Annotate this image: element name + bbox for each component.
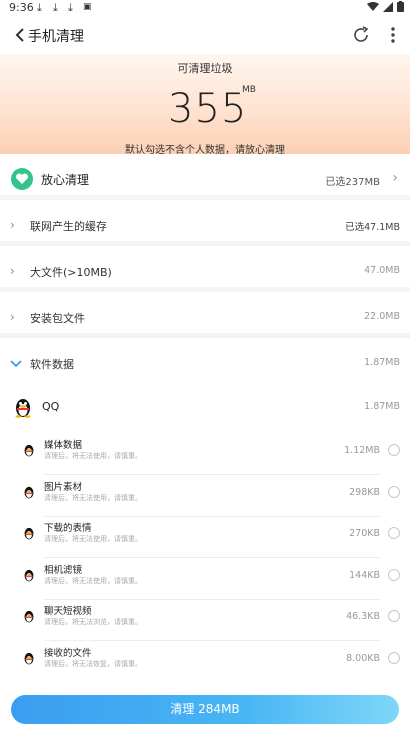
app-name: QQ bbox=[42, 400, 60, 413]
chevron-right-icon: › bbox=[10, 264, 15, 278]
qq-penguin-icon bbox=[24, 527, 34, 540]
qq-penguin-icon bbox=[24, 486, 34, 499]
item-desc: 清理后，将无法使用，请慎重。 bbox=[44, 535, 142, 543]
list-item[interactable]: 下载的表情 清理后，将无法使用，请慎重。 270KB bbox=[0, 517, 410, 558]
junk-size-unit: MB bbox=[242, 85, 256, 95]
item-size: 144KB bbox=[349, 570, 380, 581]
group-apk-files[interactable]: › 安装包文件 22.0MB bbox=[0, 298, 410, 338]
item-title: 图片素材 bbox=[44, 482, 83, 493]
group-label: 软件数据 bbox=[30, 358, 74, 371]
item-size: 8.00KB bbox=[346, 653, 380, 664]
chevron-right-icon: › bbox=[392, 170, 398, 186]
chevron-right-icon: › bbox=[10, 218, 15, 232]
junk-summary: 可清理垃圾 355 MB 默认勾选不含个人数据，请放心清理 bbox=[0, 54, 410, 156]
clean-button[interactable]: 清理 284MB bbox=[11, 695, 399, 724]
item-title: 下载的表情 bbox=[44, 523, 92, 534]
group-label: 联网产生的缓存 bbox=[30, 220, 107, 233]
list-item[interactable]: 相机滤镜 清理后，将无法使用，请慎重。 144KB bbox=[0, 559, 410, 600]
list-item[interactable]: 接收的文件 清理后，将无法恢复，请慎重。 8.00KB bbox=[0, 642, 410, 683]
item-title: 相机滤镜 bbox=[44, 565, 83, 576]
chevron-right-icon: › bbox=[10, 310, 15, 324]
status-bar: 9:36 ⤓ ⤓ ⤓ ▣ bbox=[0, 0, 410, 16]
list-item[interactable]: 媒体数据 清理后，将无法使用，请慎重。 1.12MB bbox=[0, 434, 410, 475]
chevron-down-icon bbox=[10, 360, 22, 368]
back-arrow-icon[interactable] bbox=[10, 24, 30, 46]
item-size: 1.12MB bbox=[344, 445, 380, 456]
group-value: 22.0MB bbox=[364, 311, 400, 322]
group-value: 已选47.1MB bbox=[345, 222, 400, 233]
item-desc: 清理后，将无法浏览，请慎重。 bbox=[44, 618, 142, 626]
item-size: 298KB bbox=[349, 487, 380, 498]
group-label: 安装包文件 bbox=[30, 312, 85, 325]
download-icon: ⤓ bbox=[68, 1, 73, 14]
item-checkbox[interactable] bbox=[388, 527, 400, 539]
signal-icon bbox=[383, 1, 393, 12]
group-app-data[interactable]: 软件数据 1.87MB bbox=[0, 344, 410, 384]
refresh-icon[interactable] bbox=[350, 24, 372, 46]
item-desc: 清理后，将无法使用，请慎重。 bbox=[44, 452, 142, 460]
item-desc: 清理后，将无法使用，请慎重。 bbox=[44, 577, 142, 585]
item-title: 接收的文件 bbox=[44, 648, 92, 659]
app-row-qq[interactable]: QQ 1.87MB bbox=[0, 392, 410, 422]
notification-icon: ▣ bbox=[83, 2, 92, 12]
item-size: 46.3KB bbox=[346, 611, 380, 622]
item-checkbox[interactable] bbox=[388, 486, 400, 498]
status-time: 9:36 bbox=[9, 1, 34, 14]
heart-icon bbox=[11, 168, 33, 190]
safe-clean-label: 放心清理 bbox=[41, 173, 90, 187]
app-size: 1.87MB bbox=[364, 401, 400, 412]
more-vertical-icon[interactable] bbox=[385, 24, 401, 46]
group-value: 1.87MB bbox=[364, 357, 400, 368]
list-item[interactable]: 聊天短视频 清理后，将无法浏览，请慎重。 46.3KB bbox=[0, 600, 410, 641]
item-size: 270KB bbox=[349, 528, 380, 539]
app-bar: 手机清理 bbox=[0, 16, 410, 54]
safe-clean-row[interactable]: 放心清理 已选237MB › bbox=[0, 158, 410, 200]
item-checkbox[interactable] bbox=[388, 444, 400, 456]
item-title: 聊天短视频 bbox=[44, 606, 92, 617]
junk-note: 默认勾选不含个人数据，请放心清理 bbox=[125, 145, 285, 156]
divider bbox=[44, 557, 380, 558]
junk-size-value: 355 bbox=[168, 86, 248, 132]
item-checkbox[interactable] bbox=[388, 569, 400, 581]
qq-penguin-icon bbox=[24, 444, 34, 457]
group-value: 47.0MB bbox=[364, 265, 400, 276]
item-checkbox[interactable] bbox=[388, 610, 400, 622]
divider bbox=[44, 640, 380, 641]
divider bbox=[44, 474, 380, 475]
battery-icon bbox=[397, 1, 404, 12]
download-icon: ⤓ bbox=[37, 1, 42, 14]
qq-penguin-icon bbox=[24, 610, 34, 623]
page-title: 手机清理 bbox=[28, 29, 84, 45]
item-checkbox[interactable] bbox=[388, 652, 400, 664]
list-item[interactable]: 图片素材 清理后，将无法使用，请慎重。 298KB bbox=[0, 476, 410, 517]
wifi-icon bbox=[367, 1, 379, 11]
qq-penguin-icon bbox=[24, 652, 34, 665]
junk-label: 可清理垃圾 bbox=[177, 62, 233, 75]
group-large-files[interactable]: › 大文件(>10MB) 47.0MB bbox=[0, 252, 410, 292]
qq-penguin-icon bbox=[15, 399, 31, 418]
group-label: 大文件(>10MB) bbox=[30, 266, 112, 279]
item-desc: 清理后，将无法使用，请慎重。 bbox=[44, 494, 142, 502]
qq-penguin-icon bbox=[24, 569, 34, 582]
download-icon: ⤓ bbox=[53, 1, 58, 14]
item-title: 媒体数据 bbox=[44, 440, 83, 451]
item-desc: 清理后，将无法恢复，请慎重。 bbox=[44, 660, 142, 668]
safe-clean-value: 已选237MB bbox=[325, 177, 380, 188]
group-network-cache[interactable]: › 联网产生的缓存 已选47.1MB bbox=[0, 206, 410, 246]
